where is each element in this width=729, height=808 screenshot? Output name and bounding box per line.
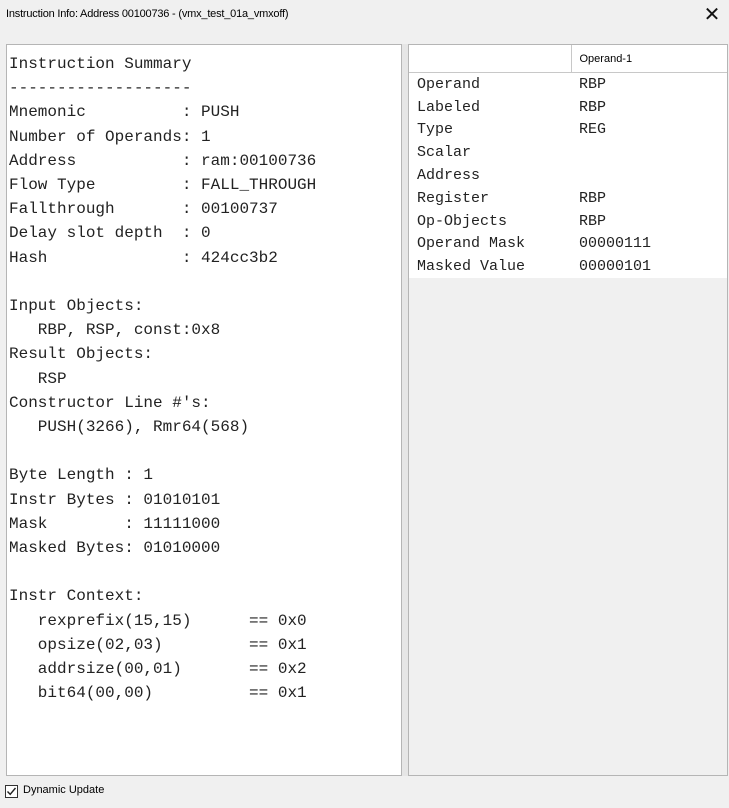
close-icon: ✕: [703, 2, 721, 26]
main-content: Instruction Summary ------------------- …: [6, 44, 728, 776]
summary-line: Address : ram:00100736: [9, 151, 317, 170]
window-title: Instruction Info: Address 00100736 - (vm…: [6, 8, 289, 20]
table-row[interactable]: Scalar: [409, 141, 727, 165]
summary-line: Input Objects:: [9, 297, 144, 316]
summary-line: Instr Context:: [9, 587, 144, 606]
title-bar: Instruction Info: Address 00100736 - (vm…: [0, 0, 729, 44]
instruction-summary-pane[interactable]: Instruction Summary ------------------- …: [6, 44, 402, 776]
summary-line: Mask : 11111000: [9, 514, 221, 533]
operand-field-name: Operand Mask: [409, 232, 571, 256]
operand-field-value: [571, 141, 727, 165]
summary-line: Result Objects:: [9, 345, 154, 364]
close-button[interactable]: ✕: [701, 3, 723, 25]
table-row[interactable]: Address: [409, 164, 727, 187]
summary-line: Masked Bytes: 01010000: [9, 539, 221, 558]
summary-line: addrsize(00,01) == 0x2: [9, 660, 307, 679]
summary-line: RSP: [9, 369, 67, 388]
summary-line: bit64(00,00) == 0x1: [9, 684, 307, 703]
summary-line: Instr Bytes : 01010101: [9, 490, 221, 509]
operand-field-value: RBP: [571, 95, 727, 119]
summary-line: Instruction Summary: [9, 55, 192, 73]
operand-field-name: Masked Value: [409, 255, 571, 279]
checkmark-icon: [6, 787, 17, 796]
summary-line: PUSH(3266), Rmr64(568): [9, 418, 250, 437]
operand-field-name: Address: [409, 164, 571, 187]
summary-line: RBP, RSP, const:0x8: [9, 321, 221, 340]
operand-field-value: RBP: [571, 186, 727, 210]
operand-field-value: [571, 164, 727, 187]
summary-line: Hash : 424cc3b2: [9, 248, 278, 267]
summary-line: Number of Operands: 1: [9, 127, 211, 146]
table-row[interactable]: Masked Value 00000101: [409, 255, 727, 279]
table-body: Operand RBP Labeled RBP Type REG Scalar Address…: [409, 72, 727, 279]
operand-field-value: RBP: [571, 209, 727, 233]
table-row[interactable]: Operand Mask 00000111: [409, 232, 727, 256]
summary-line: rexprefix(15,15) == 0x0: [9, 611, 307, 630]
table-row[interactable]: Labeled RBP: [409, 95, 727, 119]
summary-line: Delay slot depth : 0: [9, 224, 211, 243]
summary-line: Byte Length : 1: [9, 466, 154, 485]
table-row[interactable]: Operand RBP: [409, 72, 727, 96]
operand-field-name: Type: [409, 118, 571, 142]
operand-table: Operand-1 Operand RBP Labeled RBP Type REG Sca…: [409, 45, 727, 279]
table-header-row: Operand-1: [409, 45, 727, 73]
summary-line: Flow Type : FALL_THROUGH: [9, 176, 317, 195]
footer-bar: Dynamic Update: [0, 776, 729, 808]
operand-field-name: Labeled: [409, 95, 571, 119]
summary-line: Constructor Line #'s:: [9, 393, 211, 412]
table-row[interactable]: Op-Objects RBP: [409, 209, 727, 233]
summary-line: opsize(02,03) == 0x1: [9, 635, 307, 654]
operand-field-name: Register: [409, 186, 571, 210]
operand-table-pane[interactable]: Operand-1 Operand RBP Labeled RBP Type REG Sca…: [408, 44, 728, 776]
column-header-name[interactable]: [409, 45, 572, 73]
operand-field-name: Operand: [409, 72, 571, 96]
summary-line: -------------------: [9, 79, 192, 98]
operand-field-name: Scalar: [409, 141, 571, 165]
dynamic-update-label[interactable]: Dynamic Update: [23, 784, 104, 796]
dynamic-update-checkbox[interactable]: [5, 785, 18, 798]
operand-field-value: RBP: [571, 72, 727, 96]
table-row[interactable]: Register RBP: [409, 186, 727, 210]
operand-field-value: 00000101: [571, 255, 727, 279]
table-row[interactable]: Type REG: [409, 118, 727, 142]
instruction-summary-text: Instruction Summary ------------------- …: [9, 52, 316, 705]
column-header-operand-1[interactable]: Operand-1: [571, 45, 727, 73]
summary-line: Mnemonic : PUSH: [9, 103, 240, 122]
operand-field-value: 00000111: [571, 232, 727, 256]
operand-field-name: Op-Objects: [409, 209, 571, 233]
summary-line: Fallthrough : 00100737: [9, 200, 278, 219]
operand-field-value: REG: [571, 118, 727, 142]
